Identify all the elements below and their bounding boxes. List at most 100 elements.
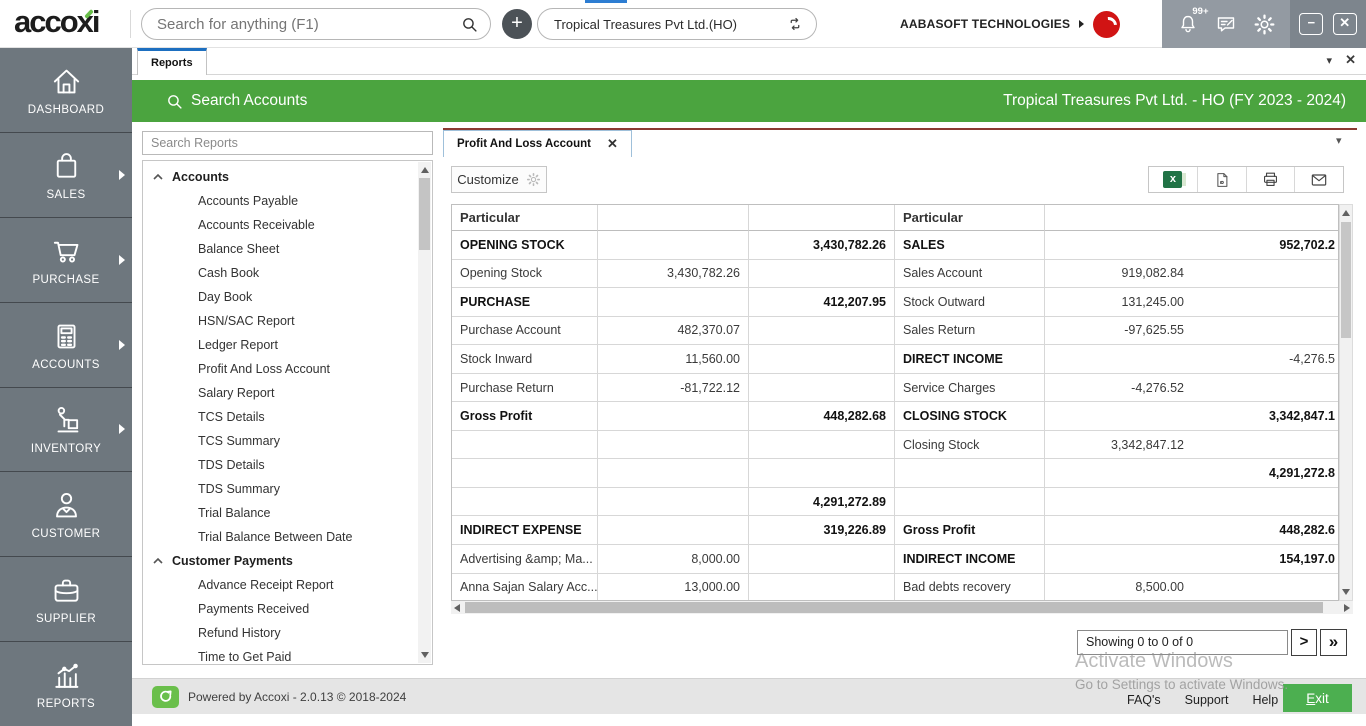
switch-company-icon[interactable] bbox=[786, 15, 804, 33]
customize-button[interactable]: Customize bbox=[451, 166, 547, 193]
avatar[interactable] bbox=[1093, 11, 1120, 38]
search-accounts[interactable]: Search Accounts bbox=[166, 92, 307, 110]
tab-profit-and-loss[interactable]: Profit And Loss Account ✕ bbox=[443, 130, 632, 157]
report-item[interactable]: Cash Book bbox=[143, 261, 418, 285]
scroll-up-icon[interactable] bbox=[421, 167, 429, 173]
exit-button[interactable]: Exit bbox=[1283, 684, 1352, 712]
sidebar-item-customer[interactable]: CUSTOMER bbox=[0, 472, 132, 557]
scroll-left-icon[interactable] bbox=[454, 604, 460, 612]
scrollbar-thumb[interactable] bbox=[419, 178, 430, 250]
table-cell-amount: 482,370.07 bbox=[598, 317, 749, 346]
search-icon[interactable] bbox=[461, 16, 478, 33]
pdf-export-icon[interactable] bbox=[1197, 167, 1246, 192]
table-vertical-scrollbar[interactable] bbox=[1339, 204, 1353, 601]
report-item[interactable]: Refund History bbox=[143, 621, 418, 645]
table-cell-particular bbox=[895, 488, 1045, 517]
table-cell-total bbox=[1192, 574, 1339, 601]
sidebar-item-accounts[interactable]: ACCOUNTS bbox=[0, 303, 132, 388]
report-item[interactable]: Trial Balance Between Date bbox=[143, 525, 418, 549]
tab-reports[interactable]: Reports bbox=[137, 48, 207, 75]
add-new-button[interactable]: + bbox=[502, 9, 532, 39]
table-cell-particular: Stock Inward bbox=[452, 345, 598, 374]
report-item[interactable]: Accounts Receivable bbox=[143, 213, 418, 237]
faqs-link[interactable]: FAQ's bbox=[1127, 693, 1161, 707]
table-cell-total bbox=[1192, 260, 1339, 289]
sidebar-item-dashboard[interactable]: DASHBOARD bbox=[0, 48, 132, 133]
report-item[interactable]: Ledger Report bbox=[143, 333, 418, 357]
report-item[interactable]: Balance Sheet bbox=[143, 237, 418, 261]
sidebar-item-label: ACCOUNTS bbox=[32, 359, 100, 371]
report-item[interactable]: Payments Received bbox=[143, 597, 418, 621]
global-search-input[interactable] bbox=[157, 16, 461, 33]
table-cell-amount bbox=[1045, 231, 1192, 260]
tree-group-customer-payments[interactable]: Customer Payments bbox=[143, 549, 418, 573]
report-tabs-caret-icon[interactable]: ▾ bbox=[1336, 134, 1342, 147]
report-item[interactable]: Accounts Payable bbox=[143, 189, 418, 213]
print-icon[interactable] bbox=[1246, 167, 1295, 192]
search-reports-input[interactable] bbox=[142, 131, 433, 155]
reports-tree: Accounts Accounts PayableAccounts Receiv… bbox=[142, 160, 433, 665]
search-accounts-label: Search Accounts bbox=[191, 92, 307, 110]
report-item[interactable]: Day Book bbox=[143, 285, 418, 309]
table-horizontal-scrollbar[interactable] bbox=[451, 601, 1353, 614]
tab-list-caret-icon[interactable]: ▾ bbox=[1326, 54, 1332, 67]
tab-close-icon[interactable]: ✕ bbox=[1345, 52, 1356, 68]
messages-icon[interactable] bbox=[1213, 11, 1239, 37]
table-cell-particular: CLOSING STOCK bbox=[895, 402, 1045, 431]
report-item[interactable]: Profit And Loss Account bbox=[143, 357, 418, 381]
cart-icon bbox=[49, 234, 84, 269]
email-icon[interactable] bbox=[1294, 167, 1343, 192]
table-cell-total: 4,291,272.8 bbox=[1192, 459, 1339, 488]
table-cell-amount bbox=[598, 402, 749, 431]
report-item[interactable]: Salary Report bbox=[143, 381, 418, 405]
minimize-icon[interactable]: − bbox=[1299, 13, 1323, 35]
table-cell-particular: Closing Stock bbox=[895, 431, 1045, 460]
window-controls: − ✕ bbox=[1290, 0, 1366, 48]
sidebar-item-purchase[interactable]: PURCHASE bbox=[0, 218, 132, 303]
scroll-down-icon[interactable] bbox=[421, 652, 429, 658]
scroll-down-icon[interactable] bbox=[1342, 589, 1350, 595]
table-cell-total bbox=[749, 459, 895, 488]
close-icon[interactable]: ✕ bbox=[607, 136, 618, 152]
table-cell-amount bbox=[1045, 345, 1192, 374]
report-item[interactable]: Advance Receipt Report bbox=[143, 573, 418, 597]
report-item[interactable]: Trial Balance bbox=[143, 501, 418, 525]
report-item[interactable]: TDS Summary bbox=[143, 477, 418, 501]
excel-export-icon[interactable]: x bbox=[1149, 167, 1197, 192]
pagination-last-button[interactable]: » bbox=[1320, 629, 1347, 656]
submenu-arrow-icon bbox=[119, 340, 125, 350]
report-item[interactable]: Time to Get Paid bbox=[143, 645, 418, 665]
column-header-blank bbox=[598, 205, 749, 231]
sidebar-item-reports[interactable]: REPORTS bbox=[0, 642, 132, 726]
sidebar-item-sales[interactable]: SALES bbox=[0, 133, 132, 218]
table-cell-particular: DIRECT INCOME bbox=[895, 345, 1045, 374]
table-cell-particular: Opening Stock bbox=[452, 260, 598, 289]
help-link[interactable]: Help bbox=[1252, 693, 1278, 707]
settings-gear-icon[interactable] bbox=[1252, 11, 1278, 37]
scroll-up-icon[interactable] bbox=[1342, 210, 1350, 216]
notification-bell-icon[interactable]: 99+ bbox=[1175, 11, 1201, 37]
report-item[interactable]: TCS Summary bbox=[143, 429, 418, 453]
scrollbar-thumb[interactable] bbox=[1341, 222, 1351, 338]
company-selector[interactable]: Tropical Treasures Pvt Ltd.(HO) bbox=[537, 8, 817, 40]
table-cell-total bbox=[1192, 288, 1339, 317]
user-menu[interactable]: AABASOFT TECHNOLOGIES bbox=[900, 0, 1120, 48]
tree-group-accounts[interactable]: Accounts bbox=[143, 165, 418, 189]
home-icon bbox=[49, 64, 84, 99]
footer-links: FAQ's Support Help bbox=[1127, 693, 1278, 707]
support-link[interactable]: Support bbox=[1185, 693, 1229, 707]
report-item[interactable]: HSN/SAC Report bbox=[143, 309, 418, 333]
report-item[interactable]: TCS Details bbox=[143, 405, 418, 429]
scroll-right-icon[interactable] bbox=[1344, 604, 1350, 612]
sidebar-item-inventory[interactable]: INVENTORY bbox=[0, 388, 132, 473]
table-cell-particular: SALES bbox=[895, 231, 1045, 260]
pagination-next-button[interactable]: > bbox=[1291, 629, 1317, 656]
close-icon[interactable]: ✕ bbox=[1333, 13, 1357, 35]
report-item[interactable]: TDS Details bbox=[143, 453, 418, 477]
reports-tree-scrollbar[interactable] bbox=[418, 162, 431, 663]
global-search[interactable] bbox=[141, 8, 491, 40]
scrollbar-thumb[interactable] bbox=[465, 602, 1323, 613]
accoxi-logo: accoxi bbox=[14, 4, 99, 40]
sidebar-item-supplier[interactable]: SUPPLIER bbox=[0, 557, 132, 642]
calculator-icon bbox=[49, 319, 84, 354]
